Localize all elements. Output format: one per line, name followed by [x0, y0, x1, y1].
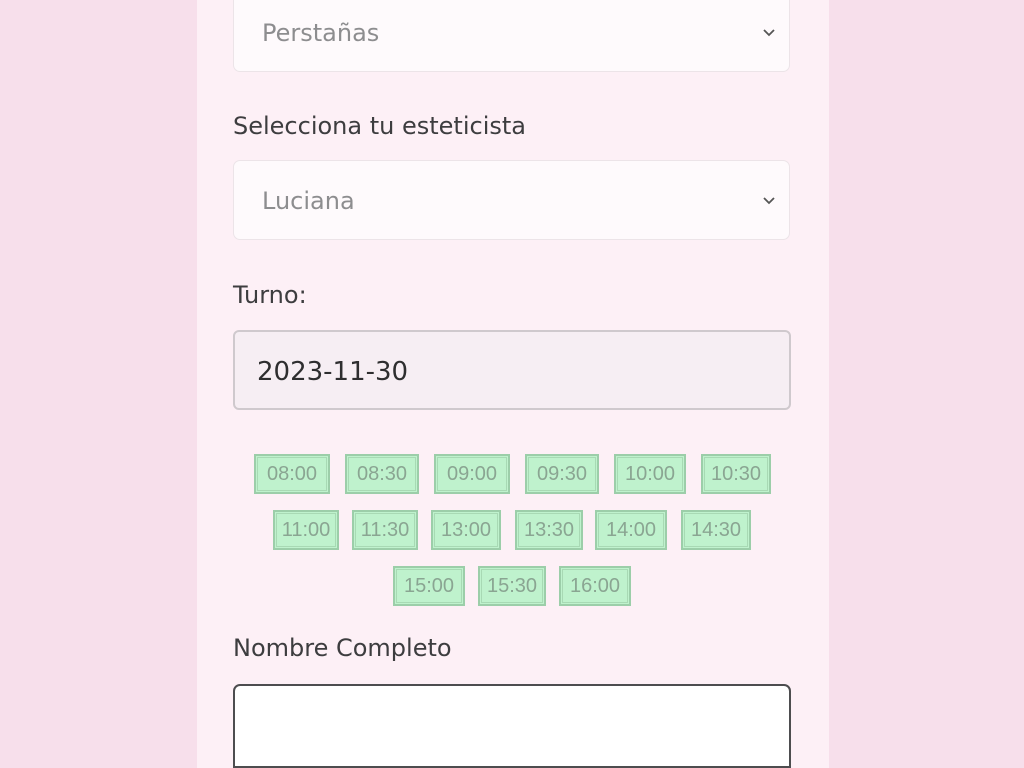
chevron-down-icon — [763, 29, 775, 37]
time-slot-button[interactable]: 16:00 — [559, 566, 631, 606]
service-select-value: Perstañas — [262, 19, 380, 47]
esthetician-select[interactable]: Luciana — [233, 160, 790, 240]
time-slot-button[interactable]: 15:30 — [478, 566, 546, 606]
time-slot-button[interactable]: 11:30 — [352, 510, 418, 550]
esthetician-select-value: Luciana — [262, 187, 355, 215]
full-name-input[interactable] — [233, 684, 791, 768]
time-slot-button[interactable]: 09:30 — [525, 454, 599, 494]
time-slots-row-1: 08:00 08:30 09:00 09:30 10:00 10:30 — [233, 454, 791, 494]
service-select[interactable]: Perstañas — [233, 0, 790, 72]
time-slot-button[interactable]: 13:30 — [515, 510, 583, 550]
time-slot-button[interactable]: 08:00 — [254, 454, 330, 494]
time-slot-button[interactable]: 14:00 — [595, 510, 667, 550]
time-slot-button[interactable]: 15:00 — [393, 566, 465, 606]
date-field[interactable]: 2023-11-30 — [233, 330, 791, 410]
chevron-down-icon — [763, 197, 775, 205]
time-slot-button[interactable]: 11:00 — [273, 510, 339, 550]
full-name-label: Nombre Completo — [233, 634, 452, 662]
time-slot-button[interactable]: 10:00 — [614, 454, 686, 494]
date-field-value: 2023-11-30 — [257, 357, 409, 387]
time-slot-button[interactable]: 08:30 — [345, 454, 419, 494]
time-slots-row-3: 15:00 15:30 16:00 — [233, 566, 791, 606]
time-slot-button[interactable]: 13:00 — [431, 510, 501, 550]
time-slots-row-2: 11:00 11:30 13:00 13:30 14:00 14:30 — [233, 510, 791, 550]
turno-label: Turno: — [233, 281, 307, 309]
time-slot-button[interactable]: 09:00 — [434, 454, 510, 494]
esthetician-label: Selecciona tu esteticista — [233, 112, 526, 140]
time-slot-button[interactable]: 10:30 — [701, 454, 771, 494]
time-slot-button[interactable]: 14:30 — [681, 510, 751, 550]
